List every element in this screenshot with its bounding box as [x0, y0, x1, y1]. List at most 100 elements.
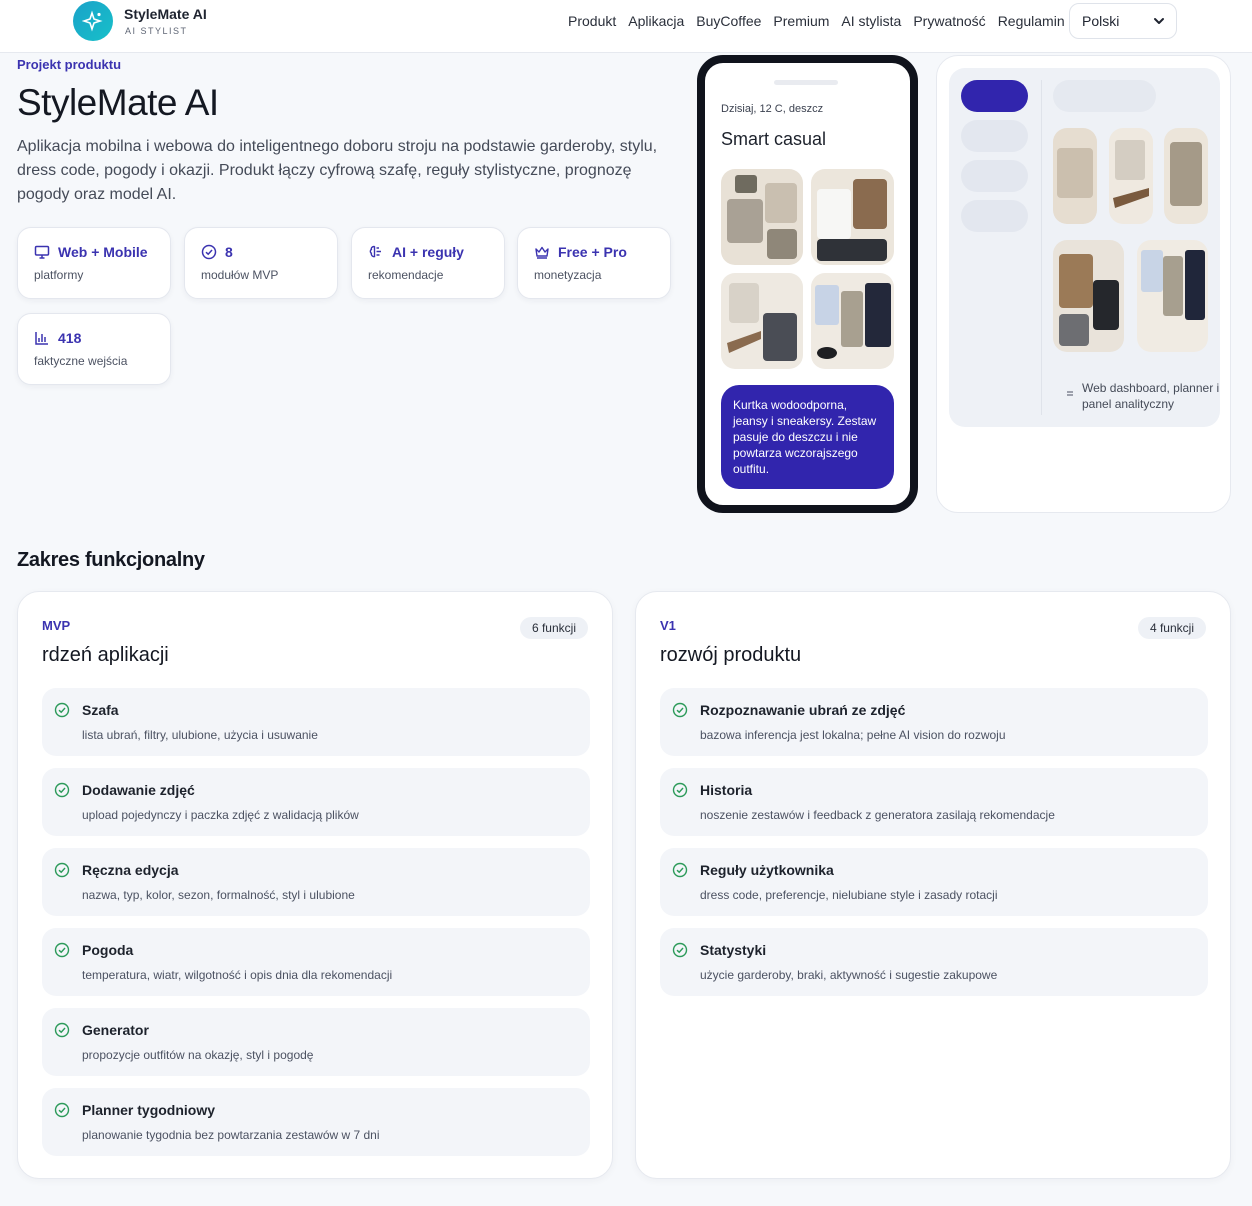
feature-name: Pogoda	[82, 942, 134, 958]
hero-description: Aplikacja mobilna i webowa do inteligent…	[17, 138, 658, 203]
check-circle-icon	[54, 1102, 70, 1118]
search-placeholder[interactable]	[1053, 80, 1156, 112]
stat-card-recommendations: AI + reguły rekomendacje	[351, 227, 505, 299]
dashboard-caption: Web dashboard, planner i panel analitycz…	[1082, 381, 1220, 411]
outfit-photo[interactable]	[811, 169, 894, 265]
check-circle-icon	[54, 702, 70, 718]
wardrobe-photo[interactable]	[1109, 128, 1153, 224]
wardrobe-photo[interactable]	[1053, 240, 1124, 352]
card-title: rdzeń aplikacji	[42, 644, 169, 666]
check-circle-icon	[672, 942, 688, 958]
clothing-photo-icon	[721, 169, 803, 265]
stat-label: monetyzacja	[534, 268, 602, 282]
sidebar-item-active[interactable]	[961, 80, 1028, 112]
link-icon	[1067, 391, 1073, 396]
chevron-down-icon	[1154, 18, 1164, 24]
brand-name: StyleMate AI	[124, 6, 207, 22]
check-circle-icon	[201, 244, 217, 260]
card-tag: MVP	[42, 618, 71, 633]
nav-link-prywatnosc[interactable]: Prywatność	[913, 13, 985, 29]
stat-value: 418	[58, 330, 82, 346]
feature-item: Ręczna edycja nazwa, typ, kolor, sezon, …	[42, 848, 590, 916]
feature-card-v1: V1 rozwój produktu 4 funkcji Rozpoznawan…	[635, 591, 1231, 1179]
clothing-photo-icon	[721, 273, 803, 369]
nav-link-ai-stylista[interactable]: AI stylista	[841, 13, 901, 29]
sparkle-icon	[82, 10, 103, 32]
ai-suggestion-bubble: Kurtka wodoodporna, jeansy i sneakersy. …	[721, 385, 894, 489]
check-circle-icon	[54, 782, 70, 798]
check-circle-icon	[672, 702, 688, 718]
feature-item: Rozpoznawanie ubrań ze zdjęć bazowa infe…	[660, 688, 1208, 756]
divider	[1041, 80, 1042, 415]
outfit-style-title: Smart casual	[721, 129, 827, 149]
stat-label: rekomendacje	[368, 268, 444, 282]
stat-label: platformy	[34, 268, 84, 282]
clothing-photo-icon	[1164, 128, 1208, 224]
feature-description: temperatura, wiatr, wilgotność i opis dn…	[82, 968, 393, 982]
wardrobe-photo[interactable]	[1164, 128, 1208, 224]
phone-mockup: Dzisiaj, 12 C, deszcz Smart casual Kurtk…	[697, 55, 918, 513]
stat-card-modules: 8 modułów MVP	[184, 227, 338, 299]
stat-value: Free + Pro	[558, 244, 627, 260]
check-circle-icon	[54, 862, 70, 878]
feature-card-mvp: MVP rdzeń aplikacji 6 funkcji Szafa list…	[17, 591, 613, 1179]
clothing-photo-icon	[1137, 240, 1208, 352]
dashboard-panel: Web dashboard, planner i panel analitycz…	[949, 68, 1220, 427]
weather-line: Dzisiaj, 12 C, deszcz	[721, 103, 824, 115]
feature-item: Dodawanie zdjęć upload pojedynczy i pacz…	[42, 768, 590, 836]
wardrobe-photo[interactable]	[1137, 240, 1208, 352]
stat-value: 8	[225, 244, 233, 260]
feature-description: planowanie tygodnia bez powtarzania zest…	[82, 1128, 380, 1142]
clothing-photo-icon	[1053, 128, 1097, 224]
count-badge: 4 funkcji	[1137, 617, 1206, 639]
page-title: StyleMate AI	[17, 82, 219, 123]
clothing-photo-icon	[1109, 128, 1153, 224]
sidebar-item[interactable]	[961, 160, 1028, 192]
nav-link-produkt[interactable]: Produkt	[568, 13, 616, 29]
language-select[interactable]: Polski	[1069, 3, 1177, 39]
phone-notch	[774, 80, 838, 85]
stat-value: Web + Mobile	[58, 244, 148, 260]
feature-name: Szafa	[82, 702, 119, 718]
brain-icon	[369, 245, 381, 258]
check-circle-icon	[54, 1022, 70, 1038]
feature-description: noszenie zestawów i feedback z generator…	[700, 808, 1055, 822]
card-tag: V1	[660, 618, 676, 633]
bar-chart-icon	[35, 332, 48, 345]
sidebar-item[interactable]	[961, 200, 1028, 232]
stat-label: faktyczne wejścia	[34, 354, 128, 368]
feature-item: Statystyki użycie garderoby, braki, akty…	[660, 928, 1208, 996]
feature-name: Dodawanie zdjęć	[82, 782, 195, 798]
clothing-photo-icon	[811, 273, 894, 369]
nav-link-buycoffee[interactable]: BuyCoffee	[696, 13, 761, 29]
check-circle-icon	[672, 782, 688, 798]
feature-item: Szafa lista ubrań, filtry, ulubione, uży…	[42, 688, 590, 756]
feature-description: propozycje outfitów na okazję, styl i po…	[82, 1048, 314, 1062]
feature-description: lista ubrań, filtry, ulubione, użycia i …	[82, 728, 318, 742]
feature-name: Ręczna edycja	[82, 862, 179, 878]
outfit-photo[interactable]	[721, 273, 803, 369]
feature-name: Rozpoznawanie ubrań ze zdjęć	[700, 702, 906, 718]
feature-item: Reguły użytkownika dress code, preferenc…	[660, 848, 1208, 916]
dashboard-mockup: Web dashboard, planner i panel analitycz…	[936, 55, 1231, 513]
nav-link-aplikacja[interactable]: Aplikacja	[628, 13, 684, 29]
nav-link-premium[interactable]: Premium	[773, 13, 829, 29]
outfit-photo[interactable]	[721, 169, 803, 265]
wardrobe-photo[interactable]	[1053, 128, 1097, 224]
brand-logo[interactable]	[73, 1, 113, 41]
feature-name: Reguły użytkownika	[700, 862, 834, 878]
feature-name: Generator	[82, 1022, 149, 1038]
outfit-photo[interactable]	[811, 273, 894, 369]
check-circle-icon	[54, 942, 70, 958]
section-title: Zakres funkcjonalny	[17, 549, 205, 571]
feature-description: użycie garderoby, braki, aktywność i sug…	[700, 968, 998, 982]
feature-item: Pogoda temperatura, wiatr, wilgotność i …	[42, 928, 590, 996]
feature-item: Planner tygodniowy planowanie tygodnia b…	[42, 1088, 590, 1156]
feature-name: Statystyki	[700, 942, 767, 958]
stat-card-visits: 418 faktyczne wejścia	[17, 313, 171, 385]
main-nav: Produkt Aplikacja BuyCoffee Premium AI s…	[568, 13, 1065, 29]
nav-link-regulamin[interactable]: Regulamin	[998, 13, 1065, 29]
sidebar-item[interactable]	[961, 120, 1028, 152]
stat-label: modułów MVP	[201, 268, 279, 282]
feature-name: Historia	[700, 782, 753, 798]
